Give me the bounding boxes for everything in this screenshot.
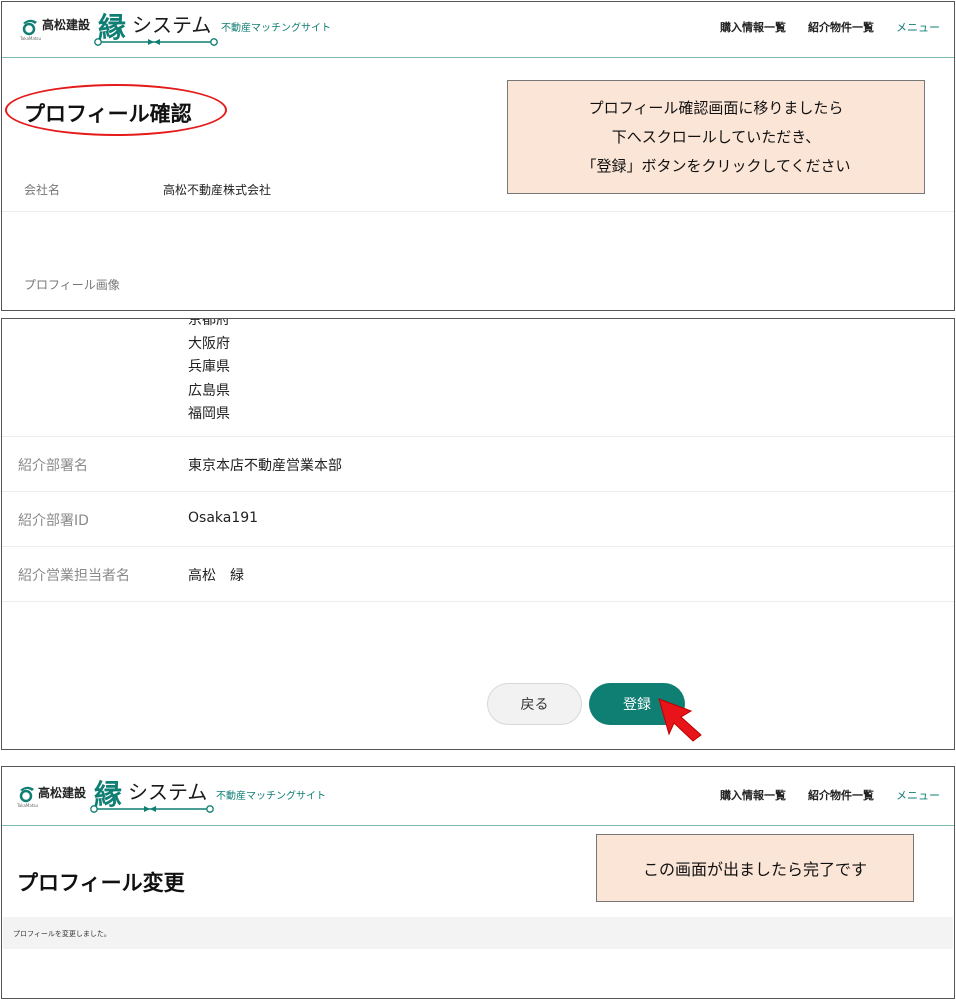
nav-referral-list[interactable]: 紹介物件一覧 [808, 19, 874, 35]
header-nav: 購入情報一覧 紹介物件一覧 メニュー [720, 19, 940, 35]
note-line: プロフィール確認画面に移りましたら [588, 98, 844, 117]
corp-name: 高松建設 [42, 18, 91, 32]
list-item: 福岡県 [188, 406, 230, 422]
row-divider [2, 436, 954, 437]
logo-tagline: 不動産マッチングサイト [216, 791, 326, 802]
back-button[interactable]: 戻る [487, 683, 582, 725]
site-header: 高松建設 TakaMatsu 縁 システム 不動産マッチングサイト 購入情報一覧… [2, 767, 954, 826]
nav-menu[interactable]: メニュー [896, 19, 940, 35]
completion-note: この画面が出ましたら完了です [596, 834, 914, 902]
corp-sub: TakaMatsu [20, 36, 42, 41]
confirm-screen-scrolled: 京都府 大阪府 兵庫県 広島県 福岡県 紹介部署名 東京本店不動産営業本部 紹介… [1, 318, 955, 750]
dept-id-value: Osaka191 [188, 510, 259, 526]
site-header: 高松建設 TakaMatsu 縁 システム 不動産マッチングサイト 購入情報一覧… [2, 2, 954, 58]
pointer-arrow-icon [658, 698, 702, 742]
nav-purchase-list[interactable]: 購入情報一覧 [720, 787, 786, 803]
success-message: プロフィールを変更しました。 [13, 930, 111, 938]
company-value: 高松不動産株式会社 [163, 183, 272, 197]
logo-system: システム [128, 780, 208, 804]
corp-logo-icon [19, 786, 34, 803]
corp-sub: TakaMatsu [17, 803, 39, 808]
row-divider [2, 546, 954, 547]
note-line: 下へスクロールしていただき、 [611, 127, 821, 146]
nav-menu[interactable]: メニュー [896, 787, 940, 803]
logo-system: システム [132, 13, 212, 37]
logo-connector-icon [90, 805, 214, 813]
success-message-bar: プロフィールを変更しました。 [3, 917, 953, 949]
corp-logo-icon [22, 19, 37, 36]
list-item: 兵庫県 [188, 359, 230, 375]
header-nav: 購入情報一覧 紹介物件一覧 メニュー [720, 787, 940, 803]
nav-purchase-list[interactable]: 購入情報一覧 [720, 19, 786, 35]
dept-id-label: 紹介部署ID [18, 513, 89, 529]
profile-image-label: プロフィール画像 [24, 278, 120, 292]
highlight-circle [5, 84, 227, 136]
dept-name-label: 紹介部署名 [18, 458, 88, 474]
instruction-note: プロフィール確認画面に移りましたら 下へスクロールしていただき、 「登録」ボタン… [507, 80, 925, 194]
prefecture-list: 京都府 大阪府 兵庫県 広島県 福岡県 [188, 318, 230, 427]
logo-tagline: 不動産マッチングサイト [221, 23, 331, 34]
nav-referral-list[interactable]: 紹介物件一覧 [808, 787, 874, 803]
page-title: プロフィール変更 [17, 871, 185, 895]
list-item: 大阪府 [188, 335, 230, 352]
logo-connector-icon [94, 38, 218, 46]
sales-rep-label: 紹介営業担当者名 [18, 568, 130, 584]
list-item: 京都府 [188, 318, 230, 328]
row-divider [2, 601, 954, 602]
note-line: 「登録」ボタンをクリックしてください [581, 156, 851, 175]
note-line: この画面が出ましたら完了です [642, 860, 867, 879]
row-divider [2, 491, 954, 492]
dept-name-value: 東京本店不動産営業本部 [188, 458, 342, 474]
corp-name: 高松建設 [38, 786, 87, 800]
sales-rep-value: 高松 緑 [188, 568, 244, 584]
company-label: 会社名 [24, 183, 61, 197]
list-item: 広島県 [188, 382, 230, 399]
confirm-screen: 高松建設 TakaMatsu 縁 システム 不動産マッチングサイト 購入情報一覧… [1, 1, 955, 311]
row-divider [2, 211, 954, 212]
